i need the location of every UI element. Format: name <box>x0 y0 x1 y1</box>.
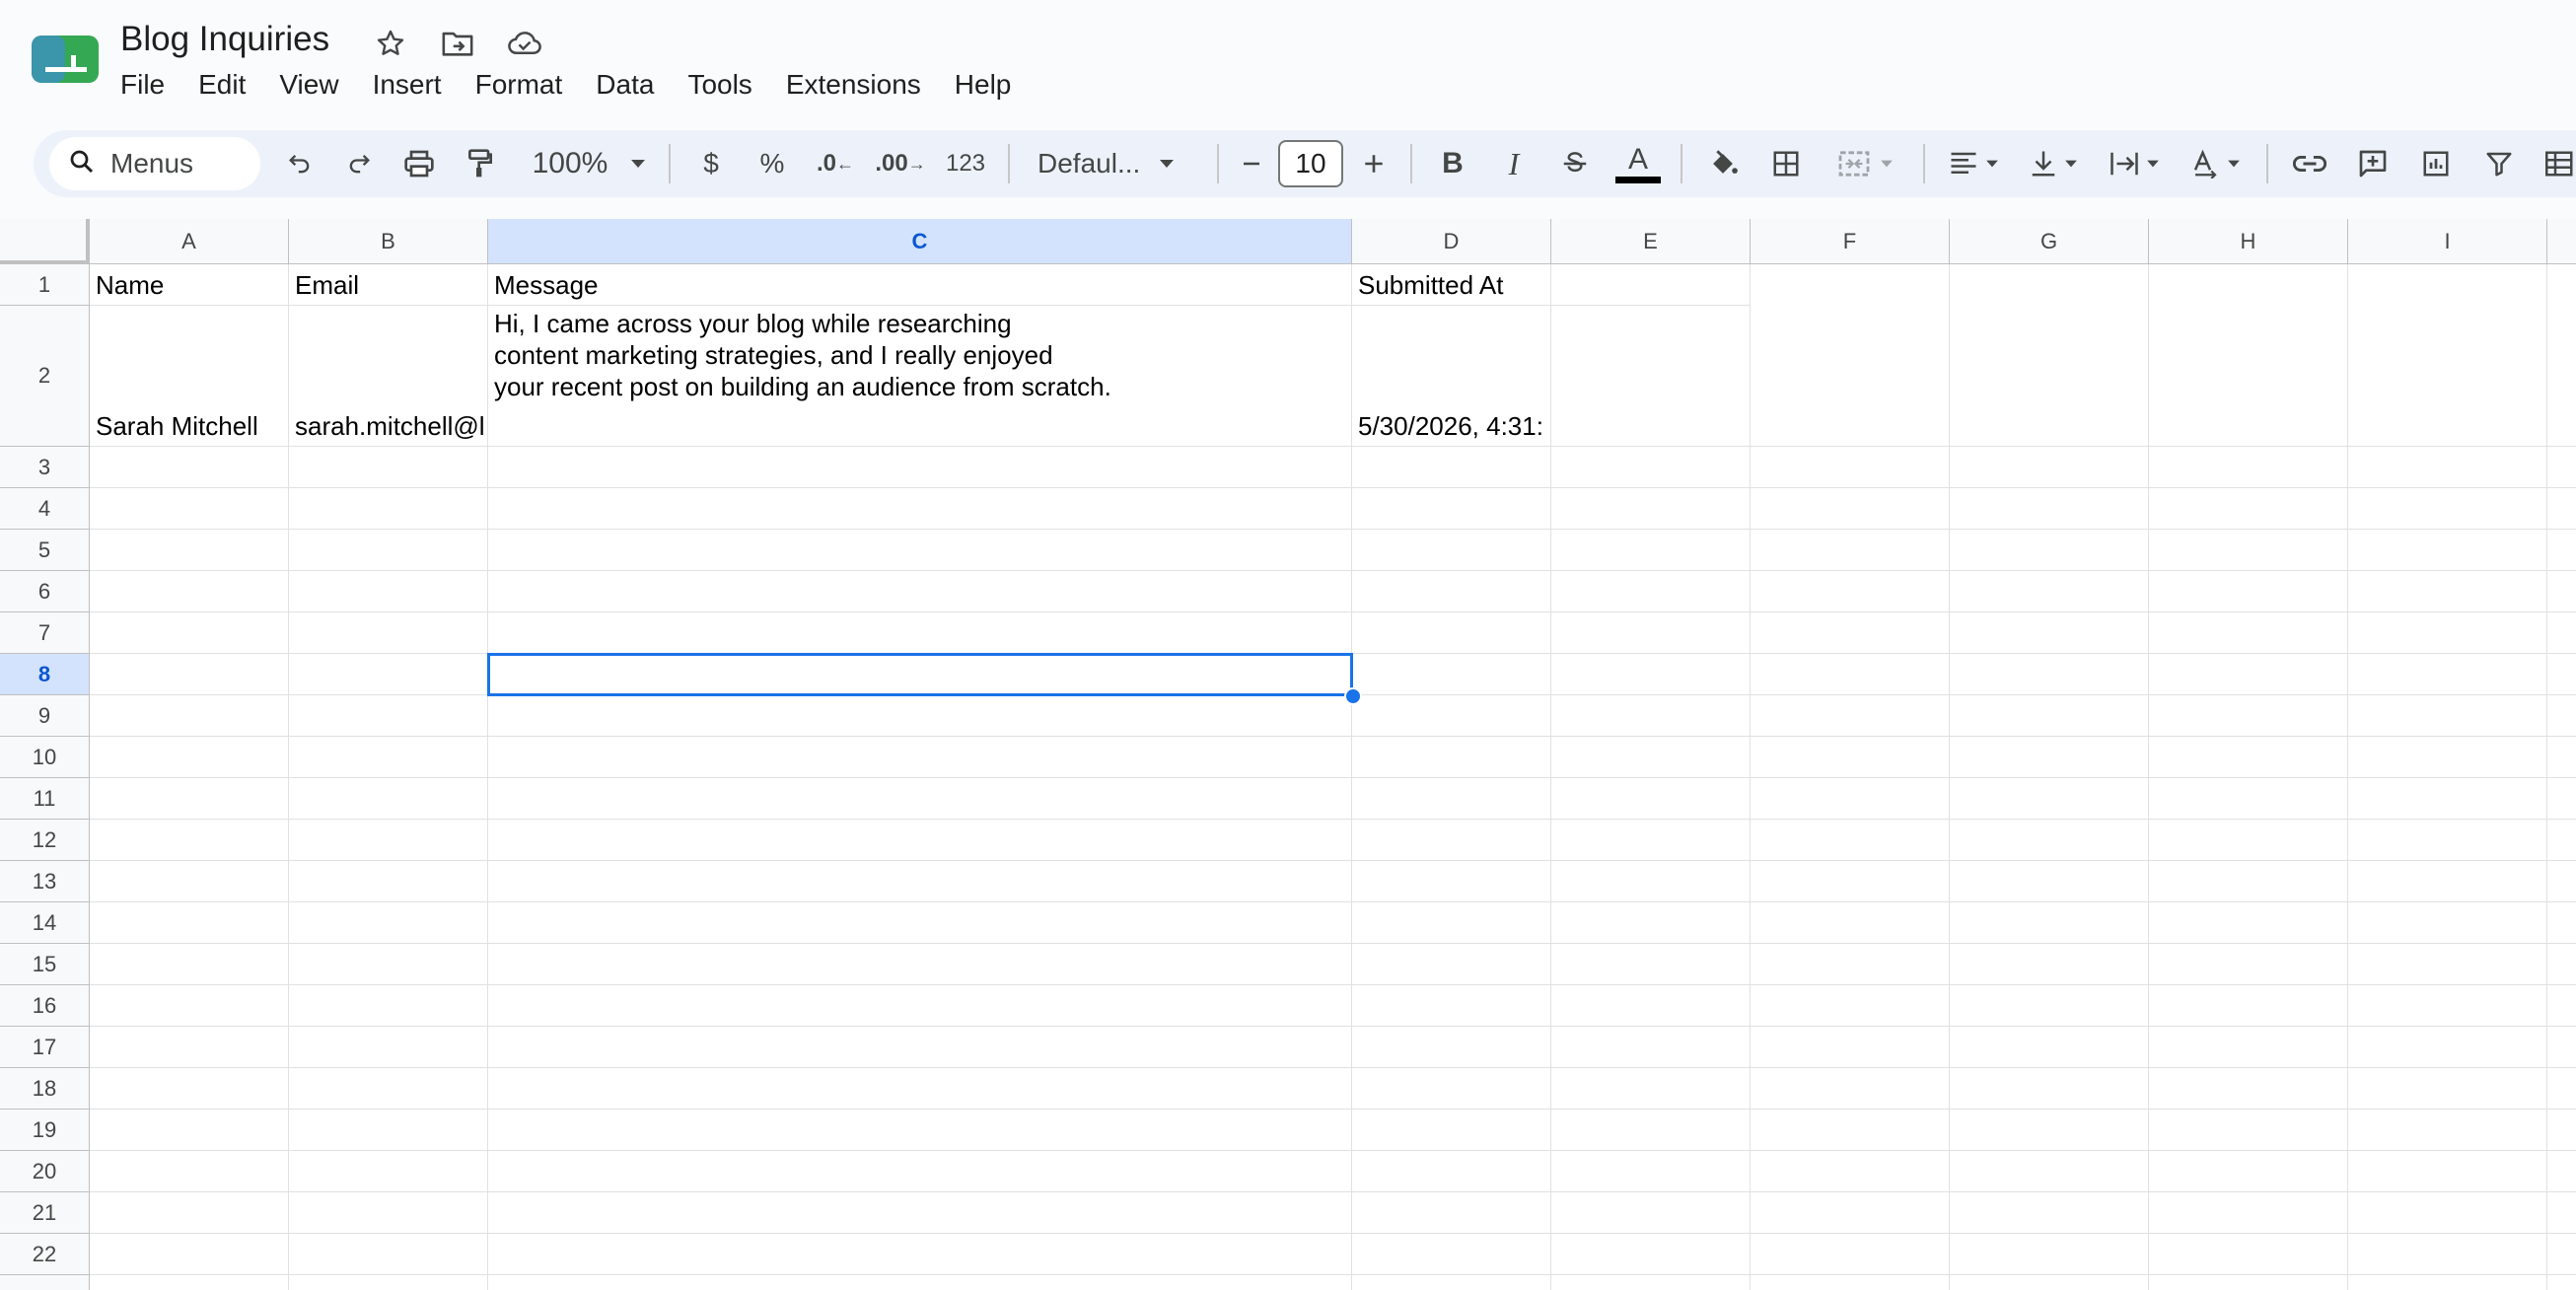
print-icon[interactable] <box>389 136 450 191</box>
increase-font-size-button[interactable] <box>1347 136 1400 191</box>
zoom-select[interactable]: 100% <box>521 136 659 191</box>
bold-icon: B <box>1442 147 1464 179</box>
cloud-saved-icon[interactable] <box>505 24 544 63</box>
strikethrough-button[interactable] <box>1544 136 1606 191</box>
borders-icon <box>1773 151 1799 177</box>
percent-label: % <box>759 148 785 179</box>
menu-edit[interactable]: Edit <box>198 67 261 103</box>
italic-icon: I <box>1508 145 1520 181</box>
decrease-decimal-button[interactable]: .0 ← <box>803 136 868 191</box>
toolbar-divider <box>1217 144 1219 183</box>
menu-bar: File Edit View Insert Format Data Tools … <box>120 67 1044 103</box>
text-rotation-button[interactable] <box>2176 136 2256 191</box>
chevron-down-icon <box>1881 160 1893 168</box>
text-wrapping-button[interactable] <box>2095 136 2176 191</box>
toolbar: 100% $ % .0← .00→ 123 Defaul... 10 B I A <box>34 130 2576 197</box>
star-icon[interactable] <box>371 24 410 63</box>
toolbar-divider <box>1410 144 1412 183</box>
strikethrough-icon <box>1563 152 1587 173</box>
menu-file[interactable]: File <box>120 67 180 103</box>
toolbar-divider <box>1923 144 1925 183</box>
text-color-button[interactable]: A <box>1606 136 1671 191</box>
more-formats-label: 123 <box>945 150 986 177</box>
zoom-value: 100% <box>532 147 608 179</box>
arrow-right-icon: → <box>907 153 926 174</box>
currency-format-button[interactable]: $ <box>680 136 742 191</box>
merge-cells-icon <box>1838 151 1870 177</box>
chevron-down-icon <box>2228 160 2240 168</box>
toolbar-divider <box>1681 144 1682 183</box>
filter-icon <box>2486 152 2512 177</box>
filter-button[interactable] <box>2468 136 2531 191</box>
chevron-down-icon <box>1158 158 1176 170</box>
menu-help[interactable]: Help <box>955 67 1028 103</box>
horizontal-align-button[interactable] <box>1935 136 2014 191</box>
merge-cells-button[interactable] <box>1819 136 1913 191</box>
paint-bucket-icon <box>1713 150 1738 174</box>
font-size-field[interactable]: 10 <box>1274 136 1347 191</box>
menu-insert[interactable]: Insert <box>373 67 458 103</box>
move-to-folder-icon[interactable] <box>438 24 477 63</box>
paint-format-icon[interactable] <box>450 136 511 191</box>
decrease-font-size-button[interactable] <box>1229 136 1274 191</box>
align-left-icon <box>1951 152 1976 174</box>
fill-color-button[interactable] <box>1692 136 1753 191</box>
font-size-input[interactable]: 10 <box>1278 140 1343 187</box>
more-formats-button[interactable]: 123 <box>933 136 998 191</box>
chart-icon <box>2423 151 2449 177</box>
undo-icon[interactable] <box>270 136 329 191</box>
grid-lines <box>90 264 2576 1290</box>
active-cell-selection[interactable] <box>487 653 1353 696</box>
increase-decimal-label: .00 <box>875 150 908 177</box>
search-input[interactable] <box>108 147 260 180</box>
link-icon <box>2293 156 2326 172</box>
toolbar-divider <box>2266 144 2268 183</box>
sheets-logo[interactable] <box>32 34 99 85</box>
table-icon <box>2545 151 2573 177</box>
menu-view[interactable]: View <box>279 67 354 103</box>
italic-button[interactable]: I <box>1483 136 1544 191</box>
chevron-down-icon <box>629 158 647 170</box>
spreadsheet-grid: A B C D E F G H I 1 2 3 4 5 6 7 8 9 10 1… <box>0 219 2576 1290</box>
menu-format[interactable]: Format <box>475 67 579 103</box>
menu-extensions[interactable]: Extensions <box>786 67 937 103</box>
menu-tools[interactable]: Tools <box>687 67 767 103</box>
vertical-align-button[interactable] <box>2014 136 2095 191</box>
toolbar-divider <box>669 144 671 183</box>
chevron-down-icon <box>2147 160 2159 168</box>
currency-label: $ <box>703 148 719 179</box>
text-color-icon: A <box>1627 142 1648 176</box>
font-family-select[interactable]: Defaul... <box>1020 136 1207 191</box>
increase-decimal-button[interactable]: .00 → <box>868 136 933 191</box>
borders-button[interactable] <box>1753 136 1819 191</box>
search-menus[interactable] <box>49 137 260 190</box>
fill-handle[interactable] <box>1344 687 1362 705</box>
align-bottom-icon <box>2032 151 2055 177</box>
percent-format-button[interactable]: % <box>742 136 803 191</box>
arrow-left-icon: ← <box>836 153 854 174</box>
toolbar-divider <box>1008 144 1010 183</box>
decrease-decimal-label: .0 <box>816 150 836 177</box>
chevron-down-icon <box>2065 160 2077 168</box>
text-wrap-icon <box>2111 152 2138 176</box>
table-view-button[interactable] <box>2531 136 2576 191</box>
insert-comment-button[interactable] <box>2341 136 2404 191</box>
bold-button[interactable]: B <box>1422 136 1483 191</box>
text-rotation-icon <box>2193 149 2217 179</box>
insert-link-button[interactable] <box>2278 136 2341 191</box>
font-family-value: Defaul... <box>1038 148 1141 179</box>
document-title[interactable]: Blog Inquiries <box>120 20 329 59</box>
search-icon <box>67 147 97 181</box>
insert-chart-button[interactable] <box>2404 136 2468 191</box>
chevron-down-icon <box>1986 160 1998 168</box>
menu-data[interactable]: Data <box>596 67 670 103</box>
redo-icon[interactable] <box>329 136 389 191</box>
text-color-swatch <box>1615 176 1661 183</box>
comment-add-icon <box>2359 150 2387 178</box>
